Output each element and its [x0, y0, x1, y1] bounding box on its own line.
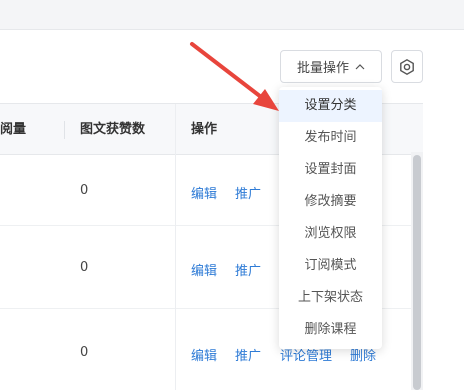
menu-item-set-cover[interactable]: 设置封面 [279, 154, 382, 186]
promote-link[interactable]: 推广 [235, 345, 261, 364]
annotation-arrow-icon [190, 42, 279, 111]
menu-item-listing-status[interactable]: 上下架状态 [279, 282, 382, 314]
menu-item-delete-course[interactable]: 删除课程 [279, 314, 382, 346]
menu-item-edit-summary[interactable]: 修改摘要 [279, 186, 382, 218]
menu-item-view-permission[interactable]: 浏览权限 [279, 218, 382, 250]
edit-link[interactable]: 编辑 [191, 183, 217, 202]
edit-link[interactable]: 编辑 [191, 260, 217, 279]
settings-button[interactable] [391, 50, 423, 83]
scrollbar-thumb[interactable] [413, 155, 421, 390]
header-read-count: 阅量 [0, 122, 27, 137]
menu-item-set-category[interactable]: 设置分类 [279, 90, 382, 122]
like-count-cell: 0 [80, 260, 89, 275]
chevron-up-icon [355, 63, 365, 69]
menu-item-subscription-mode[interactable]: 订阅模式 [279, 250, 382, 282]
promote-link[interactable]: 推广 [235, 260, 261, 279]
edit-link[interactable]: 编辑 [191, 345, 217, 364]
like-count-cell: 0 [80, 345, 89, 360]
promote-link[interactable]: 推广 [235, 183, 261, 202]
column-divider [175, 104, 176, 390]
gear-icon [400, 58, 414, 75]
header-divider [64, 121, 65, 139]
menu-item-publish-time[interactable]: 发布时间 [279, 122, 382, 154]
batch-operation-button[interactable]: 批量操作 [280, 50, 382, 83]
batch-operation-menu: 设置分类 发布时间 设置封面 修改摘要 浏览权限 订阅模式 上下架状态 删除课程 [279, 87, 382, 349]
batch-operation-label: 批量操作 [296, 61, 349, 76]
header-like-count: 图文获赞数 [80, 122, 146, 137]
like-count-cell: 0 [80, 183, 89, 198]
